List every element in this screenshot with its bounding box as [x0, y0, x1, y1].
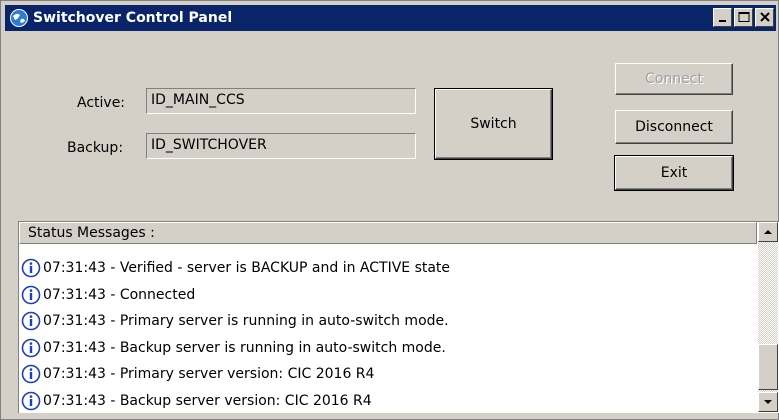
status-messages-box[interactable]: Status Messages : 07:31:43 - Verified - …: [18, 221, 779, 413]
scroll-up-button[interactable]: [758, 222, 778, 242]
list-item[interactable]: 07:31:43 - Backup server version: CIC 20…: [21, 388, 751, 415]
active-label: Active:: [77, 95, 126, 111]
status-messages-header[interactable]: Status Messages :: [19, 222, 757, 244]
status-message-list: 07:31:43 - Verified - server is BACKUP a…: [21, 255, 751, 414]
scroll-up-arrow-icon: [764, 230, 772, 234]
list-item[interactable]: 07:31:43 - Primary server version: CIC 2…: [21, 361, 751, 388]
close-button[interactable]: [755, 8, 774, 27]
list-item[interactable]: 07:31:43 - Connected: [21, 282, 751, 309]
message-text: 07:31:43 - Primary server version: CIC 2…: [43, 366, 375, 383]
info-icon: [21, 285, 41, 305]
title-bar[interactable]: Switchover Control Panel: [5, 5, 776, 31]
backup-field[interactable]: ID_SWITCHOVER: [146, 133, 416, 159]
switch-button[interactable]: Switch: [434, 88, 553, 160]
exit-button[interactable]: Exit: [614, 155, 734, 191]
maximize-button[interactable]: [734, 8, 753, 27]
info-icon: [21, 364, 41, 384]
list-item[interactable]: 07:31:43 - Verified - server is BACKUP a…: [21, 255, 751, 282]
vertical-scrollbar[interactable]: [758, 222, 778, 412]
message-text: 07:31:43 - Verified - server is BACKUP a…: [43, 260, 451, 277]
info-icon: [21, 258, 41, 278]
message-text: 07:31:43 - Connected: [43, 286, 196, 303]
active-field[interactable]: ID_MAIN_CCS: [146, 88, 416, 114]
minimize-icon: [719, 20, 726, 22]
disconnect-button[interactable]: Disconnect: [615, 110, 733, 144]
list-item[interactable]: 07:31:43 - Primary server is running in …: [21, 308, 751, 335]
connect-button[interactable]: Connect: [615, 63, 733, 95]
window-title: Switchover Control Panel: [33, 10, 233, 26]
backup-label: Backup:: [67, 140, 124, 156]
message-text: 07:31:43 - Primary server is running in …: [43, 313, 449, 330]
scroll-down-arrow-icon: [764, 400, 772, 404]
info-icon: [21, 338, 41, 358]
message-text: 07:31:43 - Backup server is running in a…: [43, 339, 446, 356]
scrollbar-thumb[interactable]: [758, 344, 778, 390]
app-globe-icon: [10, 9, 28, 27]
scroll-down-button[interactable]: [758, 392, 778, 412]
switchover-window: Switchover Control Panel Active: ID_MAIN…: [0, 0, 779, 420]
info-icon: [21, 311, 41, 331]
message-text: 07:31:43 - Backup server version: CIC 20…: [43, 392, 372, 409]
close-icon: [760, 12, 770, 22]
info-icon: [21, 391, 41, 411]
minimize-button[interactable]: [713, 8, 732, 27]
maximize-icon: [738, 12, 750, 22]
list-item[interactable]: 07:31:43 - Backup server is running in a…: [21, 335, 751, 362]
